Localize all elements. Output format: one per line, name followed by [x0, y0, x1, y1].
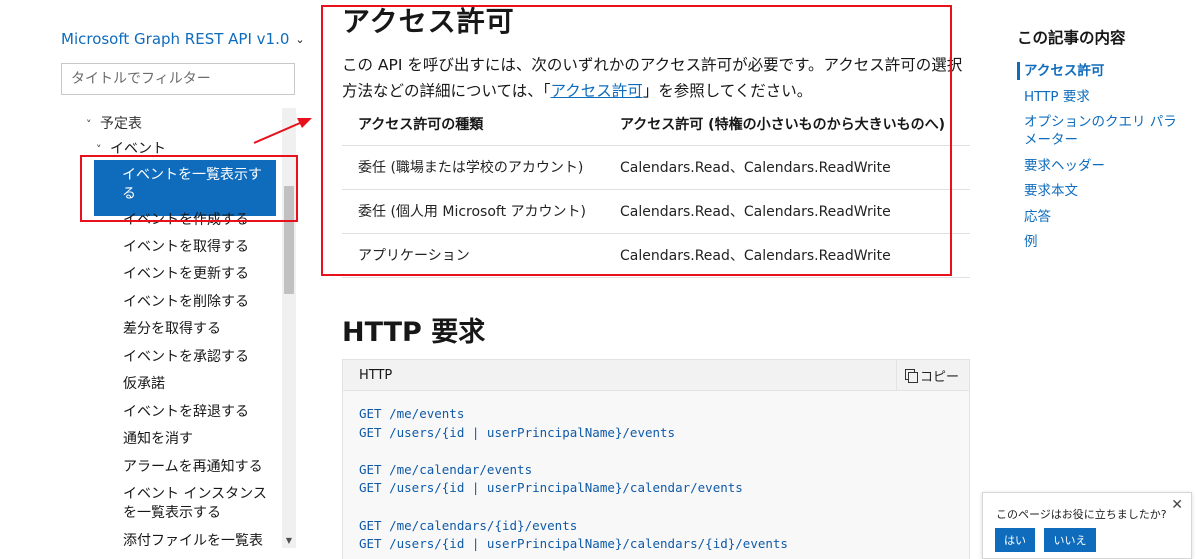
tree-item[interactable]: 仮承諾: [123, 375, 273, 394]
tree-item[interactable]: イベントを辞退する: [123, 403, 273, 422]
close-icon[interactable]: ✕: [1171, 497, 1183, 513]
toc-item-request-body[interactable]: 要求本文: [1017, 182, 1187, 200]
tree-item[interactable]: アラームを再通知する: [123, 458, 273, 477]
feedback-yes-button[interactable]: はい: [995, 528, 1035, 552]
annotation-box-permissions: [321, 5, 952, 276]
tree-item[interactable]: イベント インスタンスを一覧表示する: [123, 485, 273, 523]
toc-item-query-parameters[interactable]: オプションのクエリ パラメーター: [1017, 113, 1187, 149]
feedback-question: このページはお役に立ちましたか?: [996, 508, 1167, 521]
http-request-heading: HTTP 要求: [342, 317, 486, 348]
feedback-panel: このページはお役に立ちましたか? ✕ はい いいえ: [982, 492, 1192, 559]
product-title[interactable]: Microsoft Graph REST API v1.0: [61, 30, 289, 48]
copy-button[interactable]: コピー: [895, 359, 969, 391]
copy-label[interactable]: コピー: [920, 366, 959, 385]
tree-item[interactable]: イベントを承認する: [123, 348, 273, 367]
tree-item[interactable]: 添付ファイルを一覧表: [123, 532, 273, 551]
code-language: HTTP: [359, 367, 393, 383]
sidebar: Microsoft Graph REST API v1.0 ⌄ ˅予定表 ˅ イベ…: [0, 0, 305, 559]
feedback-no-button[interactable]: いいえ: [1044, 528, 1096, 552]
scroll-down-icon[interactable]: ▼: [284, 536, 294, 546]
toc-item-request-headers[interactable]: 要求ヘッダー: [1017, 157, 1187, 175]
toc-item-example[interactable]: 例: [1017, 233, 1187, 251]
tree-group-calendar[interactable]: ˅ 予定表: [86, 113, 142, 133]
filter-input[interactable]: [61, 63, 295, 95]
toc-item-http-request[interactable]: HTTP 要求: [1017, 88, 1187, 106]
annotation-box-sidebar: [80, 155, 298, 222]
tree-item[interactable]: 通知を消す: [123, 430, 273, 449]
toc-title: この記事の内容: [1017, 29, 1126, 47]
tree-item[interactable]: イベントを更新する: [123, 265, 273, 284]
in-this-article: この記事の内容 アクセス許可 HTTP 要求 オプションのクエリ パラメーター …: [1017, 26, 1187, 259]
code-block-header: HTTP コピー: [342, 359, 970, 391]
tree-item[interactable]: 差分を取得する: [123, 320, 273, 339]
tree-item[interactable]: イベントを削除する: [123, 293, 273, 312]
copy-icon[interactable]: [904, 368, 918, 383]
toc-item-permissions[interactable]: アクセス許可: [1017, 62, 1187, 80]
tree-group-label[interactable]: 予定表: [100, 116, 142, 132]
product-selector[interactable]: Microsoft Graph REST API v1.0 ⌄: [61, 30, 305, 48]
tree-item[interactable]: イベントを取得する: [123, 238, 273, 257]
chevron-down-icon[interactable]: ⌄: [295, 33, 304, 46]
chevron-down-icon[interactable]: ˅: [86, 118, 100, 131]
code-block[interactable]: GET /me/events GET /users/{id | userPrin…: [342, 391, 970, 559]
toc-item-response[interactable]: 応答: [1017, 208, 1187, 226]
